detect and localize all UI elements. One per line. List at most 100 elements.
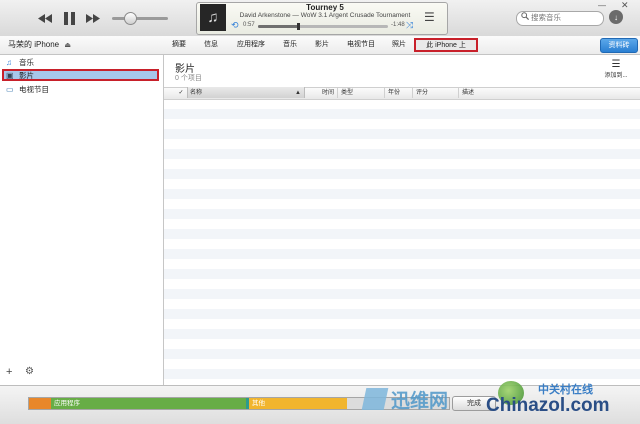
tab-info[interactable]: 信息 xyxy=(200,38,222,52)
tab-on-this-iphone[interactable]: 此 iPhone 上 xyxy=(414,38,478,52)
table-row xyxy=(164,329,640,339)
eject-icon[interactable]: ⏏ xyxy=(64,42,71,49)
table-row xyxy=(164,299,640,309)
done-button[interactable]: 资料砖 xyxy=(600,38,638,53)
progress-knob[interactable] xyxy=(297,23,301,30)
table-row xyxy=(164,369,640,379)
column-divider xyxy=(384,88,385,98)
column-header-description[interactable]: 描述 xyxy=(462,88,474,98)
music-note-icon: ♫ xyxy=(6,58,12,67)
elapsed-time: 0:57 xyxy=(243,22,255,28)
add-to-label: 添加到... xyxy=(604,73,628,79)
watermark-left-text: 迅维网 xyxy=(391,390,449,412)
sort-ascending-icon: ▲ xyxy=(295,90,301,96)
sidebar-item-label: 电视节目 xyxy=(19,85,49,94)
capacity-segment-apps: 应用程序 xyxy=(51,398,246,409)
music-note-icon: ♫ xyxy=(207,9,219,26)
tab-summary[interactable]: 摘要 xyxy=(168,38,190,52)
column-divider xyxy=(412,88,413,98)
volume-slider[interactable] xyxy=(112,17,168,20)
tab-photos[interactable]: 照片 xyxy=(388,38,410,52)
table-row xyxy=(164,179,640,189)
previous-track-button[interactable] xyxy=(36,9,54,27)
tab-movies[interactable]: 影片 xyxy=(311,38,333,52)
table-row xyxy=(164,109,640,119)
device-selector[interactable]: 马荣的 iPhone ⏏ xyxy=(8,39,71,50)
repeat-icon[interactable]: ⟲ xyxy=(231,20,239,31)
tab-music[interactable]: 音乐 xyxy=(279,38,301,52)
sidebar-item-music[interactable]: ♫ 音乐 xyxy=(2,57,159,69)
table-row xyxy=(164,319,640,329)
tab-apps[interactable]: 应用程序 xyxy=(232,38,270,52)
sidebar-item-label: 音乐 xyxy=(19,58,34,67)
table-row xyxy=(164,209,640,219)
rewind-icon xyxy=(38,13,52,23)
movies-list xyxy=(164,99,640,385)
tv-icon: ▭ xyxy=(6,85,14,94)
track-artist-album: David Arkenstone — WoW 3.1 Argent Crusad… xyxy=(239,12,411,19)
film-icon: ▣ xyxy=(6,71,14,80)
table-row xyxy=(164,199,640,209)
device-name: 马荣的 iPhone xyxy=(8,40,60,49)
album-artwork[interactable]: ♫ xyxy=(200,4,226,31)
sidebar xyxy=(0,55,164,385)
volume-knob[interactable] xyxy=(123,12,137,25)
table-row xyxy=(164,99,640,109)
table-row xyxy=(164,339,640,349)
gear-icon[interactable]: ⚙ xyxy=(25,366,34,377)
table-row xyxy=(164,149,640,159)
sidebar-item-label: 影片 xyxy=(19,71,34,80)
remaining-time: -1:48 xyxy=(391,22,405,28)
add-to-list-icon: ☰ xyxy=(611,59,621,70)
capacity-segment-other: 其他 xyxy=(249,398,347,409)
tab-tv-shows[interactable]: 电视节目 xyxy=(342,38,380,52)
column-header-name[interactable]: 名称 xyxy=(190,88,202,98)
table-row xyxy=(164,119,640,129)
watermark-logo xyxy=(361,388,389,410)
add-icon[interactable]: + xyxy=(6,366,12,378)
table-row xyxy=(164,159,640,169)
item-count: 0 个项目 xyxy=(175,75,202,82)
table-row xyxy=(164,189,640,199)
table-row xyxy=(164,129,640,139)
minimize-icon[interactable]: — xyxy=(598,1,606,10)
column-header-rating[interactable]: 评分 xyxy=(416,88,428,98)
column-divider xyxy=(458,88,459,98)
download-icon[interactable]: ↓ xyxy=(609,10,623,24)
play-pause-button[interactable] xyxy=(60,9,78,27)
track-title: Tourney 5 xyxy=(306,3,344,12)
sidebar-item-tv-shows[interactable]: ▭ 电视节目 xyxy=(2,84,159,96)
next-track-button[interactable] xyxy=(84,9,102,27)
table-row xyxy=(164,249,640,259)
column-divider xyxy=(337,88,338,98)
table-row xyxy=(164,239,640,249)
column-header-genre[interactable]: 类型 xyxy=(341,88,353,98)
column-header-time[interactable]: 时间 xyxy=(322,88,334,98)
search-icon xyxy=(521,12,530,22)
table-row xyxy=(164,259,640,269)
shuffle-icon[interactable]: ⤨ xyxy=(406,20,413,31)
watermark-left: 迅维网 xyxy=(361,379,474,419)
progress-fill xyxy=(258,25,299,28)
table-row xyxy=(164,289,640,299)
up-next-list-icon[interactable]: ☰ xyxy=(424,10,435,24)
table-row xyxy=(164,269,640,279)
table-row xyxy=(164,309,640,319)
fast-forward-icon xyxy=(86,13,100,23)
table-row xyxy=(164,169,640,179)
watermark-right: 中关村在线 Chinazol.com xyxy=(478,381,638,421)
table-row xyxy=(164,279,640,289)
sidebar-item-movies[interactable]: ▣ 影片 xyxy=(2,69,159,81)
table-row xyxy=(164,229,640,239)
pause-icon xyxy=(63,11,75,25)
column-header-year[interactable]: 年份 xyxy=(388,88,400,98)
close-icon[interactable]: ✕ xyxy=(621,0,629,11)
table-row xyxy=(164,139,640,149)
capacity-segment xyxy=(29,398,51,409)
check-column-header[interactable]: ✓ xyxy=(177,88,185,98)
search-input[interactable] xyxy=(531,12,597,23)
add-to-button[interactable]: ☰ 添加到... xyxy=(600,59,632,79)
name-column-header-bg xyxy=(187,87,305,98)
table-row xyxy=(164,349,640,359)
watermark-right-en: Chinazol.com xyxy=(486,395,610,416)
